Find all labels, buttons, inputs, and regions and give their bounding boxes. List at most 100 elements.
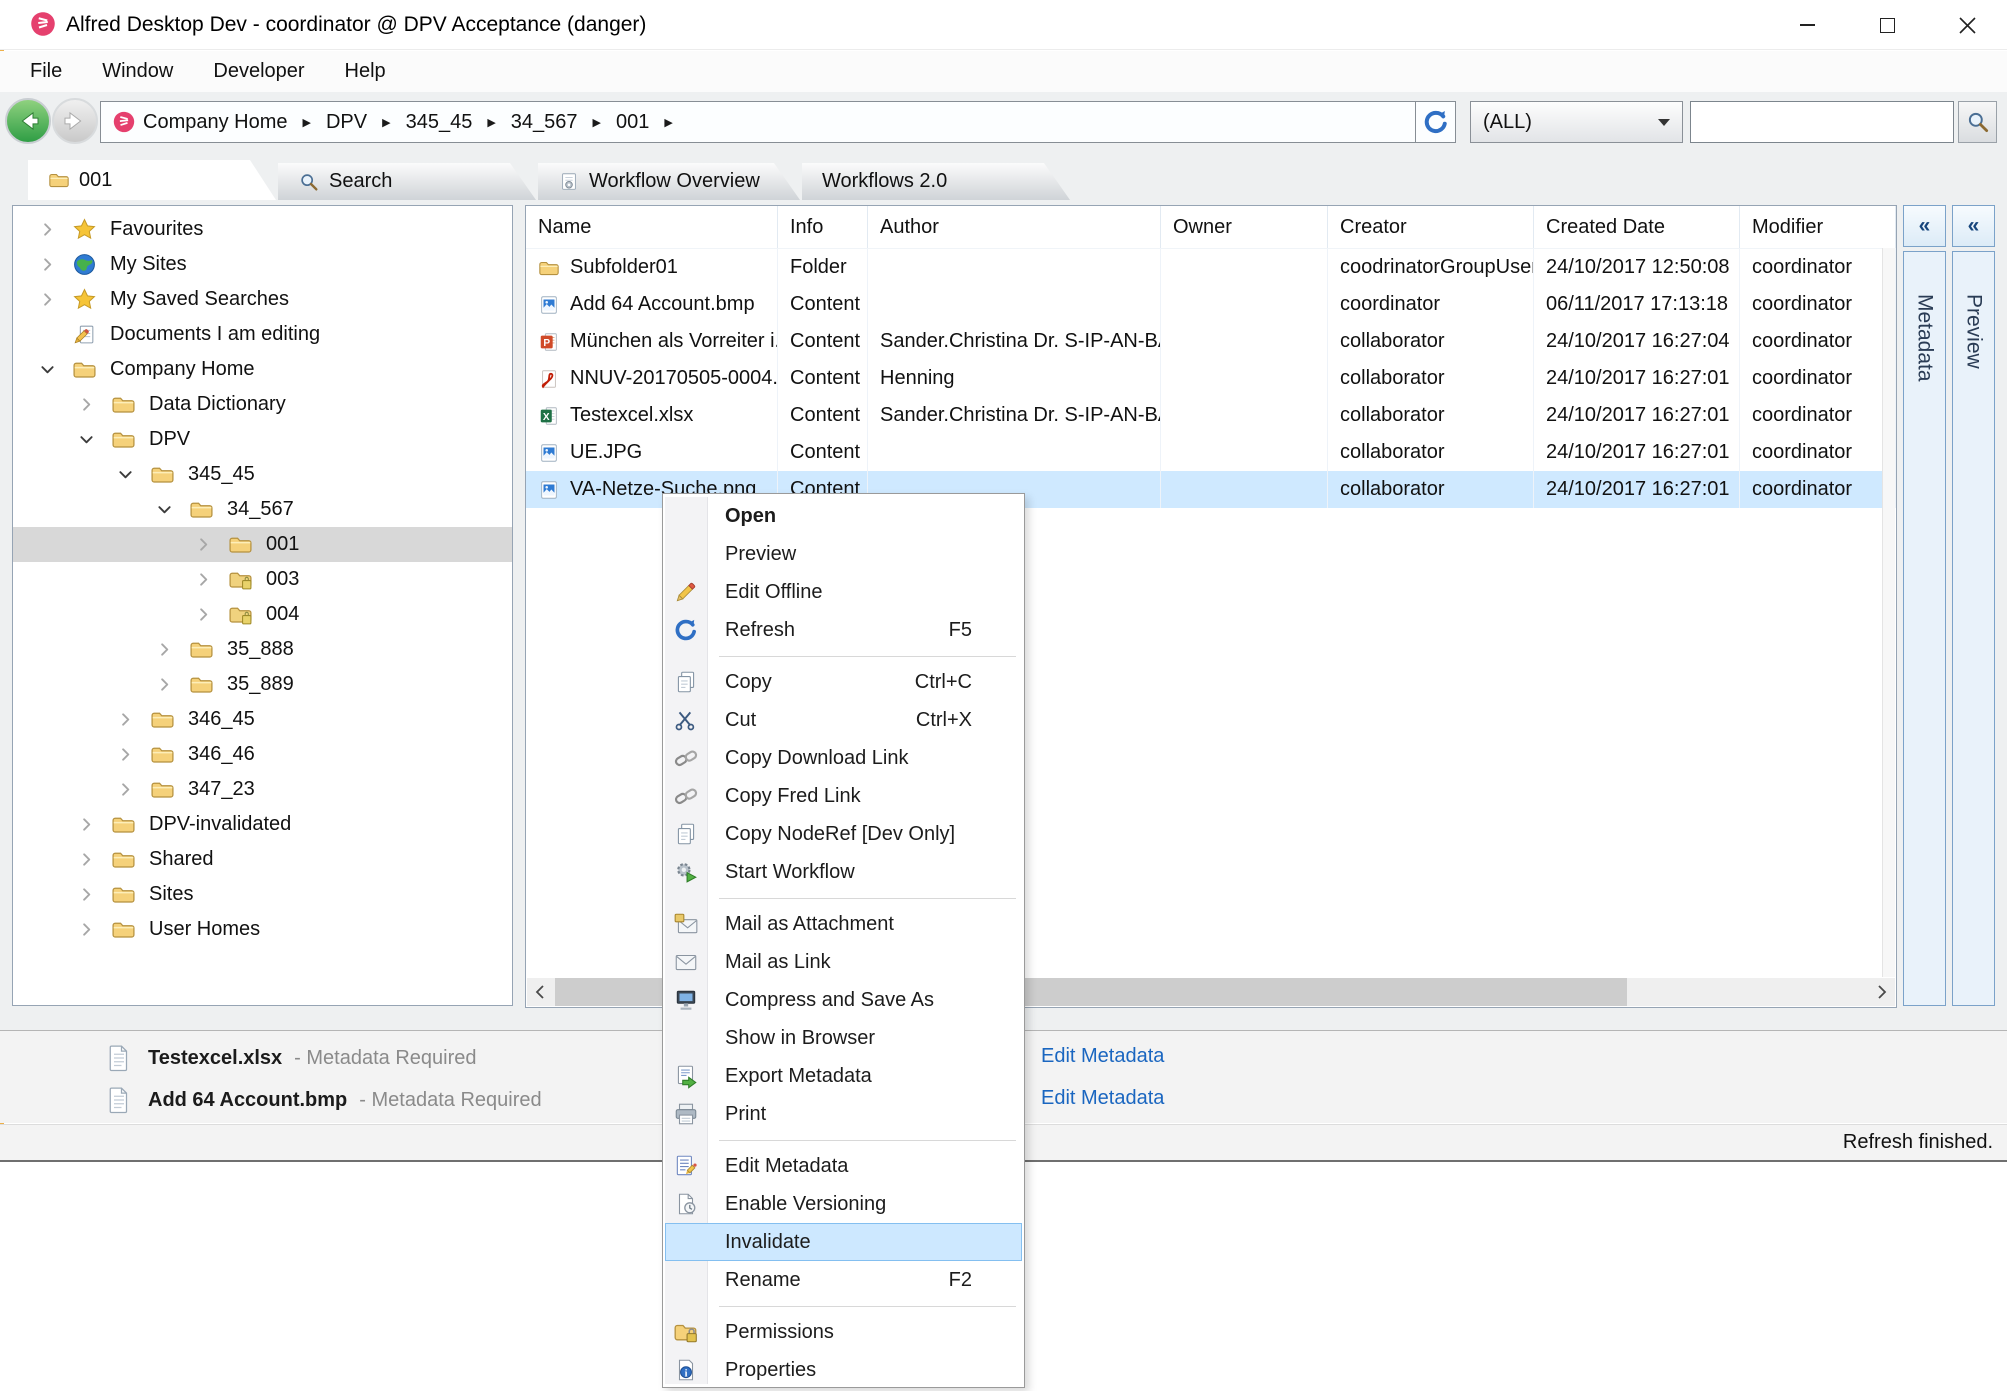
expand-chevron-icon[interactable] <box>35 253 59 277</box>
forward-button[interactable] <box>52 98 98 144</box>
tree-item-003[interactable]: 003 <box>13 562 512 597</box>
expand-chevron-icon[interactable] <box>74 393 98 417</box>
context-menu-item-copy-fred-link[interactable]: Copy Fred Link <box>665 777 1022 815</box>
context-menu-item-permissions[interactable]: Permissions <box>665 1313 1022 1351</box>
tree-item-favourites[interactable]: Favourites <box>13 212 512 247</box>
expand-chevron-icon[interactable] <box>152 673 176 697</box>
table-row[interactable]: Subfolder01FoldercoodrinatorGroupUser24/… <box>526 249 1896 286</box>
expand-chevron-icon[interactable] <box>74 918 98 942</box>
tree-item-shared[interactable]: Shared <box>13 842 512 877</box>
collapse-button[interactable]: « <box>1903 205 1946 247</box>
context-menu-item-export-metadata[interactable]: Export Metadata <box>665 1057 1022 1095</box>
vertical-scrollbar[interactable] <box>1882 248 1895 977</box>
tree-item-35-889[interactable]: 35_889 <box>13 667 512 702</box>
expand-chevron-icon[interactable] <box>113 743 137 767</box>
collapse-chevron-icon[interactable] <box>74 428 98 452</box>
column-header-modifier[interactable]: Modifier <box>1740 206 1896 248</box>
tree-item-346-46[interactable]: 346_46 <box>13 737 512 772</box>
breadcrumb-item[interactable]: Company Home <box>143 111 288 134</box>
column-header-creator[interactable]: Creator <box>1328 206 1534 248</box>
back-button[interactable] <box>5 98 51 144</box>
table-row[interactable]: Add 64 Account.bmpContentcoordinator06/1… <box>526 286 1896 323</box>
column-header-created-date[interactable]: Created Date <box>1534 206 1740 248</box>
column-header-info[interactable]: Info <box>778 206 868 248</box>
side-panel-tab[interactable]: Preview <box>1952 251 1995 1006</box>
expand-chevron-icon[interactable] <box>74 813 98 837</box>
column-header-owner[interactable]: Owner <box>1161 206 1328 248</box>
expand-chevron-icon[interactable] <box>191 603 215 627</box>
expand-chevron-icon[interactable] <box>113 708 137 732</box>
breadcrumb-item[interactable]: 001 <box>616 111 649 134</box>
menu-item-help[interactable]: Help <box>345 60 386 83</box>
expand-chevron-icon[interactable] <box>152 638 176 662</box>
expand-chevron-icon[interactable] <box>191 533 215 557</box>
search-button[interactable] <box>1958 101 1997 143</box>
tree-item-documents-i-am-editing[interactable]: Documents I am editing <box>13 317 512 352</box>
expand-chevron-icon[interactable] <box>74 848 98 872</box>
tree-item-company-home[interactable]: Company Home <box>13 352 512 387</box>
context-menu-item-show-in-browser[interactable]: Show in Browser <box>665 1019 1022 1057</box>
tab-search[interactable]: Search <box>278 163 536 200</box>
table-row[interactable]: PMünchen als Vorreiter i...ContentSander… <box>526 323 1896 360</box>
tree-item-347-23[interactable]: 347_23 <box>13 772 512 807</box>
tree-item-dpv[interactable]: DPV <box>13 422 512 457</box>
search-input[interactable] <box>1690 101 1954 143</box>
table-row[interactable]: NNUV-20170505-0004...ContentHenningcolla… <box>526 360 1896 397</box>
column-header-author[interactable]: Author <box>868 206 1161 248</box>
side-panel-tab[interactable]: Metadata <box>1903 251 1946 1006</box>
tree-item-my-saved-searches[interactable]: My Saved Searches <box>13 282 512 317</box>
minimize-button[interactable] <box>1767 0 1847 50</box>
expand-chevron-icon[interactable] <box>74 883 98 907</box>
expand-chevron-icon[interactable] <box>113 778 137 802</box>
context-menu-item-edit-metadata[interactable]: Edit Metadata <box>665 1147 1022 1185</box>
filter-dropdown[interactable]: (ALL) <box>1470 101 1683 143</box>
context-menu-item-mail-as-link[interactable]: Mail as Link <box>665 943 1022 981</box>
tree-item-sites[interactable]: Sites <box>13 877 512 912</box>
collapse-chevron-icon[interactable] <box>35 358 59 382</box>
context-menu-item-enable-versioning[interactable]: Enable Versioning <box>665 1185 1022 1223</box>
close-button[interactable] <box>1927 0 2007 50</box>
breadcrumb-item[interactable]: 345_45 <box>406 111 473 134</box>
tree-item-user-homes[interactable]: User Homes <box>13 912 512 947</box>
breadcrumb-item[interactable]: 34_567 <box>511 111 578 134</box>
edit-metadata-link[interactable]: Edit Metadata <box>1041 1087 1164 1110</box>
tree-item-346-45[interactable]: 346_45 <box>13 702 512 737</box>
context-menu-item-mail-as-attachment[interactable]: Mail as Attachment <box>665 905 1022 943</box>
expand-chevron-icon[interactable] <box>191 568 215 592</box>
context-menu-item-refresh[interactable]: RefreshF5 <box>665 611 1022 649</box>
context-menu-item-cut[interactable]: CutCtrl+X <box>665 701 1022 739</box>
context-menu-item-print[interactable]: Print <box>665 1095 1022 1133</box>
tree-item-dpv-invalidated[interactable]: DPV-invalidated <box>13 807 512 842</box>
context-menu-item-open[interactable]: Open <box>665 497 1022 535</box>
context-menu-item-copy-noderef-dev-only-[interactable]: Copy NodeRef [Dev Only] <box>665 815 1022 853</box>
menu-item-file[interactable]: File <box>30 60 62 83</box>
refresh-button[interactable] <box>1415 101 1456 143</box>
context-menu-item-edit-offline[interactable]: Edit Offline <box>665 573 1022 611</box>
breadcrumb-item[interactable]: DPV <box>326 111 367 134</box>
maximize-button[interactable] <box>1847 0 1927 50</box>
context-menu-item-invalidate[interactable]: Invalidate <box>665 1223 1022 1261</box>
context-menu-item-copy[interactable]: CopyCtrl+C <box>665 663 1022 701</box>
context-menu-item-compress-and-save-as[interactable]: Compress and Save As <box>665 981 1022 1019</box>
tree-item-345-45[interactable]: 345_45 <box>13 457 512 492</box>
tree-item-my-sites[interactable]: My Sites <box>13 247 512 282</box>
tree-item-004[interactable]: 004 <box>13 597 512 632</box>
expand-chevron-icon[interactable] <box>35 218 59 242</box>
tree-item-34-567[interactable]: 34_567 <box>13 492 512 527</box>
table-row[interactable]: XTestexcel.xlsxContentSander.Christina D… <box>526 397 1896 434</box>
tree-item-data-dictionary[interactable]: Data Dictionary <box>13 387 512 422</box>
collapse-chevron-icon[interactable] <box>152 498 176 522</box>
menu-item-window[interactable]: Window <box>102 60 173 83</box>
scroll-left-button[interactable] <box>527 978 553 1006</box>
tab-workflows-2-0[interactable]: Workflows 2.0 <box>802 163 1070 200</box>
edit-metadata-link[interactable]: Edit Metadata <box>1041 1045 1164 1068</box>
tab-workflow-overview[interactable]: Workflow Overview <box>538 163 800 200</box>
context-menu-item-properties[interactable]: iProperties <box>665 1351 1022 1389</box>
table-row[interactable]: UE.JPGContentcollaborator24/10/2017 16:2… <box>526 434 1896 471</box>
collapse-chevron-icon[interactable] <box>113 463 137 487</box>
context-menu-item-preview[interactable]: Preview <box>665 535 1022 573</box>
tree-item-001[interactable]: 001 <box>13 527 512 562</box>
context-menu-item-copy-download-link[interactable]: Copy Download Link <box>665 739 1022 777</box>
context-menu-item-rename[interactable]: RenameF2 <box>665 1261 1022 1299</box>
tab-001[interactable]: 001 <box>28 160 276 200</box>
